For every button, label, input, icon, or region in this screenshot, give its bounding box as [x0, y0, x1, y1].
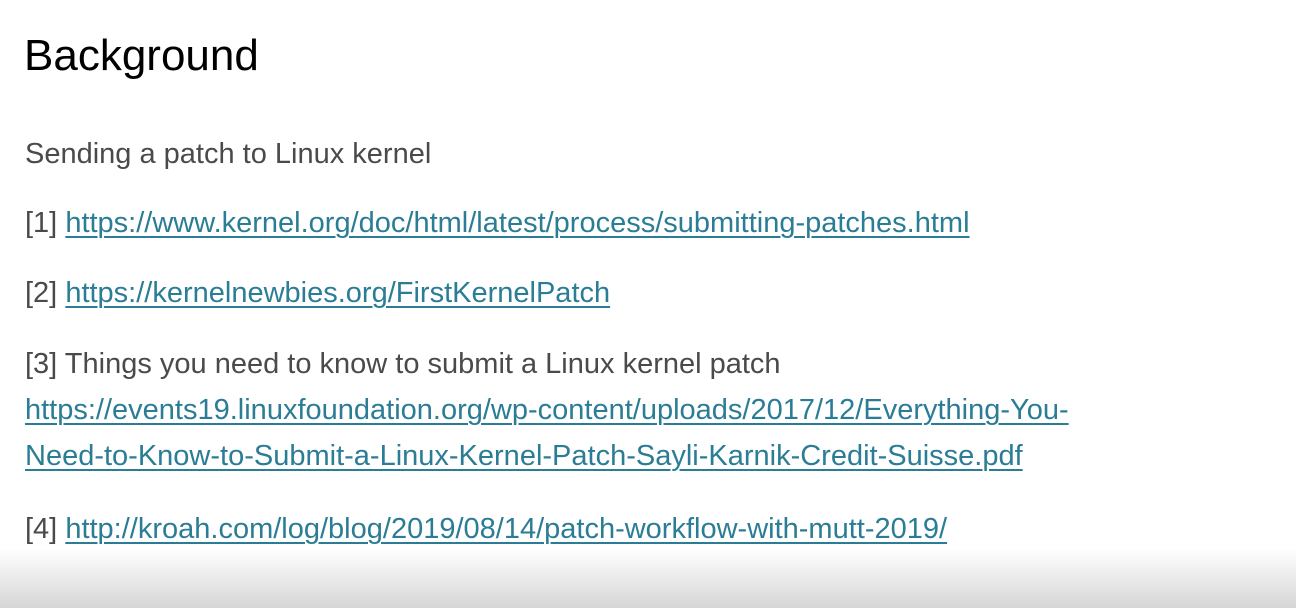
- reference-4-link[interactable]: http://kroah.com/log/blog/2019/08/14/pat…: [65, 513, 947, 545]
- slide: Background Sending a patch to Linux kern…: [0, 0, 1296, 608]
- reference-number: [2]: [25, 277, 58, 309]
- intro-text: Sending a patch to Linux kernel: [25, 138, 432, 170]
- reference-number: [1]: [25, 207, 58, 239]
- reference-1-link[interactable]: https://www.kernel.org/doc/html/latest/p…: [65, 207, 969, 239]
- bottom-shadow: [0, 548, 1296, 608]
- reference-3-heading: [3] Things you need to know to submit a …: [25, 341, 1069, 387]
- reference-number: [3]: [25, 348, 58, 380]
- reference-number: [4]: [25, 513, 58, 545]
- reference-3: [3] Things you need to know to submit a …: [25, 341, 1069, 479]
- reference-2-link[interactable]: https://kernelnewbies.org/FirstKernelPat…: [65, 277, 610, 309]
- reference-1: [1] https://www.kernel.org/doc/html/late…: [25, 200, 970, 246]
- reference-3-text: Things you need to know to submit a Linu…: [64, 348, 781, 380]
- slide-title: Background: [24, 31, 259, 80]
- reference-2: [2] https://kernelnewbies.org/FirstKerne…: [25, 270, 610, 316]
- reference-4: [4] http://kroah.com/log/blog/2019/08/14…: [25, 506, 947, 552]
- reference-3-link-line1[interactable]: https://events19.linuxfoundation.org/wp-…: [25, 387, 1069, 433]
- reference-3-link-line2[interactable]: Need-to-Know-to-Submit-a-Linux-Kernel-Pa…: [25, 433, 1069, 479]
